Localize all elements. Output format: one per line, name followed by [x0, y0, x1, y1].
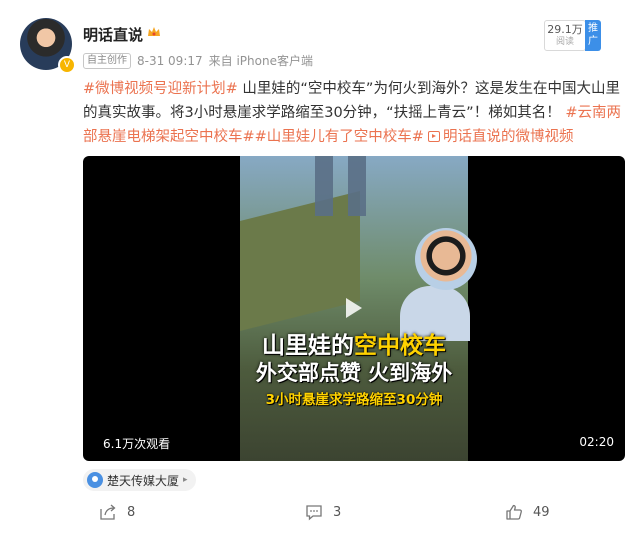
play-icon[interactable]	[337, 293, 367, 323]
chevron-right-icon: ▸	[183, 475, 188, 485]
location-pin-icon	[87, 472, 103, 488]
promote-button[interactable]: 推广	[585, 20, 601, 51]
location-chip[interactable]: 楚天传媒大厦 ▸	[83, 469, 196, 491]
location-name: 楚天传媒大厦	[107, 473, 180, 488]
topic-tag[interactable]: #微博视频号迎新计划#	[83, 81, 238, 97]
comment-count: 3	[333, 504, 342, 520]
video-link[interactable]: 明话直说的微博视频	[424, 129, 574, 145]
post-meta: 自主创作 8-31 09:17 来自 iPhone客户端	[83, 52, 313, 69]
video-caption-2: 外交部点赞 火到海外	[255, 361, 453, 385]
video-caption-1: 山里娃的空中校车	[262, 333, 446, 359]
presenter-image	[415, 228, 477, 290]
post-source: 来自 iPhone客户端	[208, 54, 313, 68]
post-time[interactable]: 8-31 09:17	[137, 54, 203, 68]
weibo-post-card: V 明话直说 自主创作 8-31 09:17 来自 iPhone客户端 29.1…	[0, 0, 643, 542]
share-icon	[100, 504, 116, 520]
video-player[interactable]: 山里娃的空中校车 外交部点赞 火到海外 3小时悬崖求学路缩至30分钟 6.1万次…	[83, 156, 625, 461]
read-count-label: 阅读	[555, 37, 574, 47]
thumbs-up-icon	[506, 504, 522, 520]
read-count-value: 29.1万	[547, 23, 583, 36]
share-button[interactable]: 8	[99, 503, 135, 521]
video-duration: 02:20	[579, 435, 614, 449]
post-text: #微博视频号迎新计划# 山里娃的“空中校车”为何火到海外？这是发生在中国大山里的…	[83, 77, 623, 149]
elevator-tower	[348, 156, 366, 216]
elevator-tower	[315, 156, 333, 216]
comment-button[interactable]: 3	[305, 503, 341, 521]
origin-badge: 自主创作	[83, 52, 131, 69]
play-count: 6.1万次观看	[103, 437, 171, 451]
topic-tag[interactable]: #山里娃儿有了空中校车#	[255, 129, 424, 145]
comment-icon	[306, 505, 322, 521]
like-count: 49	[533, 504, 550, 520]
share-count: 8	[127, 504, 136, 520]
action-bar: 8 3 49	[0, 503, 643, 525]
video-link-label: 明话直说的微博视频	[442, 129, 574, 145]
video-caption-3: 3小时悬崖求学路缩至30分钟	[265, 392, 443, 408]
author-name[interactable]: 明话直说	[83, 24, 143, 45]
read-count-badge: 29.1万 阅读	[544, 20, 586, 51]
video-link-icon	[427, 131, 440, 142]
like-button[interactable]: 49	[505, 503, 550, 521]
crown-icon	[148, 27, 160, 36]
v-badge-icon: V	[58, 56, 76, 74]
